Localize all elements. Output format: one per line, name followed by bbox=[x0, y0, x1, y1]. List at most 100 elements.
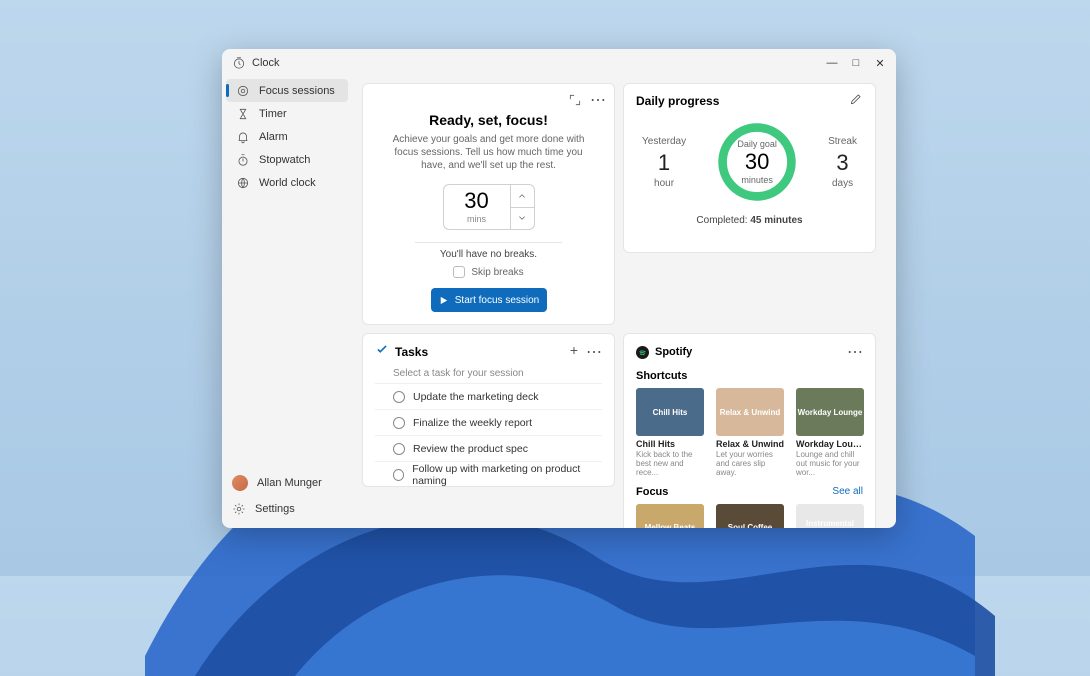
edit-icon[interactable] bbox=[849, 92, 863, 109]
maximize-button[interactable]: □ bbox=[844, 51, 868, 75]
focus-section-label: Focus bbox=[636, 486, 668, 498]
skip-breaks-label: Skip breaks bbox=[471, 267, 523, 278]
more-icon[interactable]: ⋯ bbox=[847, 342, 863, 362]
daily-progress-card: Daily progress Yesterday 1 hour bbox=[623, 83, 876, 253]
todo-icon bbox=[375, 343, 389, 362]
user-account-button[interactable]: Allan Munger bbox=[222, 470, 352, 496]
sidebar-item-label: Focus sessions bbox=[259, 85, 335, 97]
sidebar-item-label: Alarm bbox=[259, 131, 288, 143]
task-label: Finalize the weekly report bbox=[413, 417, 532, 429]
goal-value: 30 bbox=[745, 149, 769, 175]
hourglass-icon bbox=[236, 107, 250, 121]
stat-value: 3 bbox=[828, 150, 857, 176]
goal-unit: minutes bbox=[741, 175, 773, 185]
sidebar-item-world-clock[interactable]: World clock bbox=[226, 171, 348, 194]
sidebar-item-timer[interactable]: Timer bbox=[226, 102, 348, 125]
task-label: Update the marketing deck bbox=[413, 391, 539, 403]
settings-button[interactable]: Settings bbox=[222, 496, 352, 522]
playlist-art: Chill Hits bbox=[636, 388, 704, 436]
app-title: Clock bbox=[252, 57, 280, 69]
see-all-link[interactable]: See all bbox=[832, 486, 863, 498]
titlebar[interactable]: Clock — □ ✕ bbox=[222, 49, 896, 77]
playlist-desc: Lounge and chill out music for your wor.… bbox=[796, 450, 864, 478]
playlist-art: Workday Lounge bbox=[796, 388, 864, 436]
task-label: Follow up with marketing on product nami… bbox=[412, 463, 602, 487]
stat-unit: days bbox=[828, 178, 857, 189]
sidebar-item-label: Timer bbox=[259, 108, 287, 120]
streak-stat: Streak 3 days bbox=[828, 136, 857, 189]
more-icon[interactable]: ⋯ bbox=[590, 90, 606, 110]
start-focus-button[interactable]: Start focus session bbox=[431, 288, 547, 312]
playlist-desc: Kick back to the best new and rece... bbox=[636, 450, 704, 478]
more-icon[interactable]: ⋯ bbox=[586, 342, 602, 362]
chevron-up-icon[interactable] bbox=[511, 185, 534, 208]
playlist-art: Soul Coffee bbox=[716, 504, 784, 528]
focus-subtitle: Achieve your goals and get more done wit… bbox=[389, 133, 588, 172]
task-radio-icon bbox=[393, 469, 404, 481]
playlist-item[interactable]: Workday LoungeWorkday LoungeLounge and c… bbox=[796, 388, 864, 478]
globe-icon bbox=[236, 176, 250, 190]
app-window: Clock — □ ✕ Focus sessions Timer Alarm S… bbox=[222, 49, 896, 528]
breaks-text: You'll have no breaks. bbox=[375, 249, 602, 260]
shortcuts-label: Shortcuts bbox=[636, 370, 687, 382]
user-name-label: Allan Munger bbox=[257, 477, 322, 489]
task-radio-icon bbox=[393, 443, 405, 455]
playlist-art: Instrumental Study bbox=[796, 504, 864, 528]
stopwatch-icon bbox=[236, 153, 250, 167]
task-item[interactable]: Review the product spec bbox=[375, 435, 602, 461]
checkbox-icon bbox=[453, 266, 465, 278]
settings-label: Settings bbox=[255, 503, 295, 515]
playlist-item[interactable]: Soul CoffeeSoul Coffee bbox=[716, 504, 784, 528]
sidebar-item-alarm[interactable]: Alarm bbox=[226, 125, 348, 148]
chevron-down-icon[interactable] bbox=[511, 208, 534, 230]
task-item[interactable]: Follow up with marketing on product nami… bbox=[375, 461, 602, 487]
task-item[interactable]: Update the marketing deck bbox=[375, 383, 602, 409]
daily-progress-title: Daily progress bbox=[636, 94, 719, 108]
task-radio-icon bbox=[393, 391, 405, 403]
yesterday-stat: Yesterday 1 hour bbox=[642, 136, 686, 189]
minimize-button[interactable]: — bbox=[820, 51, 844, 75]
task-radio-icon bbox=[393, 417, 405, 429]
completed-text: Completed: 45 minutes bbox=[636, 215, 863, 226]
daily-goal-ring: Daily goal 30 minutes bbox=[714, 119, 800, 205]
focus-title: Ready, set, focus! bbox=[375, 112, 602, 128]
playlist-name: Chill Hits bbox=[636, 439, 704, 449]
divider bbox=[415, 242, 562, 243]
stat-label: Streak bbox=[828, 136, 857, 147]
tasks-card: Tasks + ⋯ Select a task for your session… bbox=[362, 333, 615, 487]
sidebar-item-focus-sessions[interactable]: Focus sessions bbox=[226, 79, 348, 102]
expand-icon[interactable] bbox=[568, 90, 582, 110]
skip-breaks-checkbox[interactable]: Skip breaks bbox=[375, 266, 602, 278]
focus-session-card: ⋯ Ready, set, focus! Achieve your goals … bbox=[362, 83, 615, 325]
goal-label: Daily goal bbox=[737, 139, 777, 149]
spotify-title: Spotify bbox=[655, 346, 692, 358]
sidebar: Focus sessions Timer Alarm Stopwatch Wor… bbox=[222, 77, 352, 528]
minutes-stepper[interactable]: 30 mins bbox=[443, 184, 535, 230]
target-icon bbox=[236, 84, 250, 98]
minutes-value: 30 bbox=[464, 190, 488, 212]
playlist-item[interactable]: Instrumental StudyInstrumental Study bbox=[796, 504, 864, 528]
playlist-art: Mellow Beats bbox=[636, 504, 704, 528]
playlist-name: Relax & Unwind bbox=[716, 439, 784, 449]
clock-app-icon bbox=[232, 56, 246, 70]
play-icon bbox=[438, 295, 449, 306]
content-area: ⋯ Ready, set, focus! Achieve your goals … bbox=[352, 77, 896, 528]
minutes-unit: mins bbox=[467, 214, 486, 224]
close-button[interactable]: ✕ bbox=[868, 51, 892, 75]
avatar bbox=[232, 475, 248, 491]
task-item[interactable]: Finalize the weekly report bbox=[375, 409, 602, 435]
stat-unit: hour bbox=[642, 178, 686, 189]
bell-icon bbox=[236, 130, 250, 144]
tasks-subtitle: Select a task for your session bbox=[393, 368, 602, 379]
playlist-item[interactable]: Relax & UnwindRelax & UnwindLet your wor… bbox=[716, 388, 784, 478]
add-task-button[interactable]: + bbox=[570, 342, 578, 362]
task-label: Review the product spec bbox=[413, 443, 528, 455]
playlist-item[interactable]: Mellow BeatsMellow Beats bbox=[636, 504, 704, 528]
stat-label: Yesterday bbox=[642, 136, 686, 147]
playlist-desc: Let your worries and cares slip away. bbox=[716, 450, 784, 478]
start-button-label: Start focus session bbox=[455, 295, 539, 306]
playlist-item[interactable]: Chill HitsChill HitsKick back to the bes… bbox=[636, 388, 704, 478]
spotify-card: Spotify ⋯ Shortcuts Chill Hits Chill Hits… bbox=[623, 333, 876, 528]
playlist-name: Workday Lounge bbox=[796, 439, 864, 449]
sidebar-item-stopwatch[interactable]: Stopwatch bbox=[226, 148, 348, 171]
